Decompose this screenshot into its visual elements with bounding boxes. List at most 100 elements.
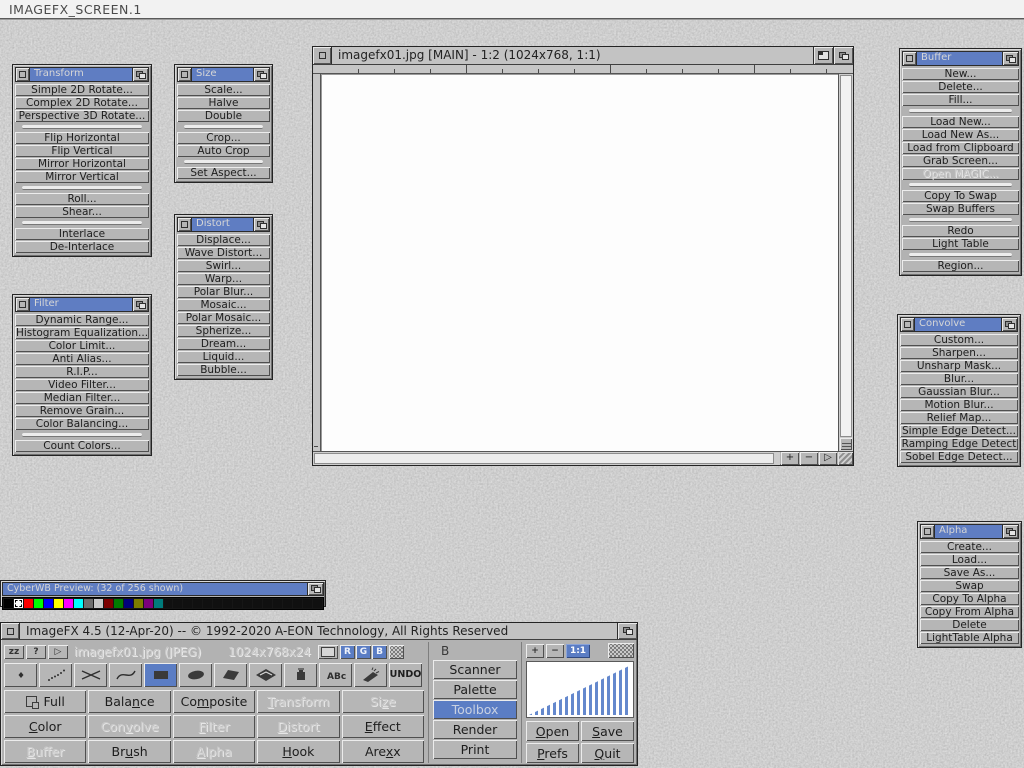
- line-tool-button[interactable]: [74, 663, 107, 687]
- simple-2d-rotate-button[interactable]: Simple 2D Rotate...: [15, 84, 149, 96]
- screen-titlebar[interactable]: IMAGEFX_SCREEN.1: [0, 0, 1024, 19]
- load-from-clipboard-button[interactable]: Load from Clipboard: [902, 142, 1019, 154]
- hook-button[interactable]: Hook: [257, 740, 339, 763]
- new-button[interactable]: New...: [902, 68, 1019, 80]
- close-icon[interactable]: [903, 52, 917, 65]
- simple-edge-detect-button[interactable]: Simple Edge Detect...: [900, 425, 1018, 437]
- depth-icon[interactable]: [833, 47, 853, 64]
- fill-button[interactable]: Fill...: [902, 94, 1019, 106]
- curve-tool-button[interactable]: [109, 663, 142, 687]
- run-button[interactable]: ▷: [48, 645, 68, 659]
- r-i-p-button[interactable]: R.I.P...: [15, 366, 149, 378]
- polar-mosaic-button[interactable]: Polar Mosaic...: [177, 312, 270, 324]
- keyboard-panel-button[interactable]: [840, 438, 852, 450]
- undo-button[interactable]: UNDO: [389, 663, 422, 687]
- zoom-out-button[interactable]: −: [800, 452, 818, 465]
- palette-swatch[interactable]: [293, 599, 302, 608]
- dynamic-range-button[interactable]: Dynamic Range...: [15, 314, 149, 326]
- close-icon[interactable]: [901, 318, 915, 331]
- color-limit-button[interactable]: Color Limit...: [15, 340, 149, 352]
- halve-button[interactable]: Halve: [177, 97, 270, 109]
- balance-button[interactable]: Balance: [88, 690, 170, 713]
- displace-button[interactable]: Displace...: [177, 234, 270, 246]
- vertical-scrollbar[interactable]: [838, 74, 853, 451]
- mirror-vertical-button[interactable]: Mirror Vertical: [15, 171, 149, 183]
- dream-button[interactable]: Dream...: [177, 338, 270, 350]
- close-icon[interactable]: [16, 68, 30, 81]
- zoom-out-button[interactable]: −: [546, 644, 564, 658]
- zoom-ratio-button[interactable]: 1:1: [566, 644, 590, 658]
- liquid-button[interactable]: Liquid...: [177, 351, 270, 363]
- blur-button[interactable]: Blur...: [900, 373, 1018, 385]
- text-tool-button[interactable]: ABc: [319, 663, 352, 687]
- palette-button[interactable]: Palette: [433, 680, 517, 699]
- palette-swatch[interactable]: [213, 599, 222, 608]
- box-tool-button[interactable]: [144, 663, 177, 687]
- palette-swatch[interactable]: [283, 599, 292, 608]
- palette-swatch[interactable]: [183, 599, 192, 608]
- copy-from-alpha-button[interactable]: Copy From Alpha: [920, 606, 1019, 618]
- palette-swatch[interactable]: [74, 599, 83, 608]
- de-interlace-button[interactable]: De-Interlace: [15, 241, 149, 253]
- print-button[interactable]: Print: [433, 740, 517, 759]
- r-button[interactable]: R: [340, 645, 355, 659]
- palette-swatch[interactable]: [44, 599, 53, 608]
- effect-button[interactable]: Effect: [342, 715, 424, 738]
- palette-swatch[interactable]: [273, 599, 282, 608]
- view-mode-full-button[interactable]: Full: [4, 690, 86, 713]
- buffer-panel-titlebar[interactable]: Buffer: [902, 51, 1019, 66]
- brush-button[interactable]: Brush: [88, 740, 170, 763]
- screen-mode-button[interactable]: [318, 645, 338, 659]
- composite-button[interactable]: Composite: [173, 690, 255, 713]
- quit-button[interactable]: Quit: [581, 743, 634, 763]
- perspective-3d-rotate-button[interactable]: Perspective 3D Rotate...: [15, 110, 149, 122]
- dot-tool-button[interactable]: [4, 663, 37, 687]
- mirror-horizontal-button[interactable]: Mirror Horizontal: [15, 158, 149, 170]
- arexx-button[interactable]: Arexx: [342, 740, 424, 763]
- unsharp-mask-button[interactable]: Unsharp Mask...: [900, 360, 1018, 372]
- wave-distort-button[interactable]: Wave Distort...: [177, 247, 270, 259]
- scanner-button[interactable]: Scanner: [433, 660, 517, 679]
- close-icon[interactable]: [16, 298, 30, 311]
- palette-swatch[interactable]: [34, 599, 43, 608]
- palette-swatch[interactable]: [124, 599, 133, 608]
- palette-swatch[interactable]: [144, 599, 153, 608]
- palette-swatch[interactable]: [193, 599, 202, 608]
- redo-button[interactable]: Redo: [902, 225, 1019, 237]
- palette-swatch[interactable]: [203, 599, 212, 608]
- region-button[interactable]: Region...: [902, 260, 1019, 272]
- color-balancing-button[interactable]: Color Balancing...: [15, 418, 149, 430]
- delete-button[interactable]: Delete: [920, 619, 1019, 631]
- anti-alias-button[interactable]: Anti Alias...: [15, 353, 149, 365]
- palette-swatch[interactable]: [164, 599, 173, 608]
- spherize-button[interactable]: Spherize...: [177, 325, 270, 337]
- ramping-edge-detect-button[interactable]: Ramping Edge Detect: [900, 438, 1018, 450]
- palette-swatch-selected[interactable]: [14, 599, 23, 608]
- depth-icon[interactable]: [132, 68, 148, 81]
- custom-button[interactable]: Custom...: [900, 334, 1018, 346]
- mosaic-button[interactable]: Mosaic...: [177, 299, 270, 311]
- scale-button[interactable]: Scale...: [177, 84, 270, 96]
- horizontal-scrollbar[interactable]: + − ▷: [313, 451, 853, 465]
- palette-swatch[interactable]: [173, 599, 182, 608]
- palette-swatch[interactable]: [24, 599, 33, 608]
- palette-swatch[interactable]: [94, 599, 103, 608]
- palette-swatch[interactable]: [134, 599, 143, 608]
- depth-icon[interactable]: [253, 218, 269, 231]
- set-aspect-button[interactable]: Set Aspect...: [177, 167, 270, 179]
- pan-button[interactable]: ▷: [819, 452, 837, 465]
- render-button[interactable]: Render: [433, 720, 517, 739]
- polygon-tool-button[interactable]: [214, 663, 247, 687]
- polar-blur-button[interactable]: Polar Blur...: [177, 286, 270, 298]
- depth-icon[interactable]: [1002, 525, 1018, 538]
- distort-panel-titlebar[interactable]: Distort: [177, 217, 270, 232]
- freehand-tool-button[interactable]: [39, 663, 72, 687]
- help-button[interactable]: ?: [26, 645, 46, 659]
- copy-to-alpha-button[interactable]: Copy To Alpha: [920, 593, 1019, 605]
- palette-swatch[interactable]: [84, 599, 93, 608]
- load-new-button[interactable]: Load New...: [902, 116, 1019, 128]
- resize-corner-icon[interactable]: [838, 452, 853, 465]
- relief-map-button[interactable]: Relief Map...: [900, 412, 1018, 424]
- close-icon[interactable]: [1, 623, 20, 639]
- open-button[interactable]: Open: [526, 721, 579, 741]
